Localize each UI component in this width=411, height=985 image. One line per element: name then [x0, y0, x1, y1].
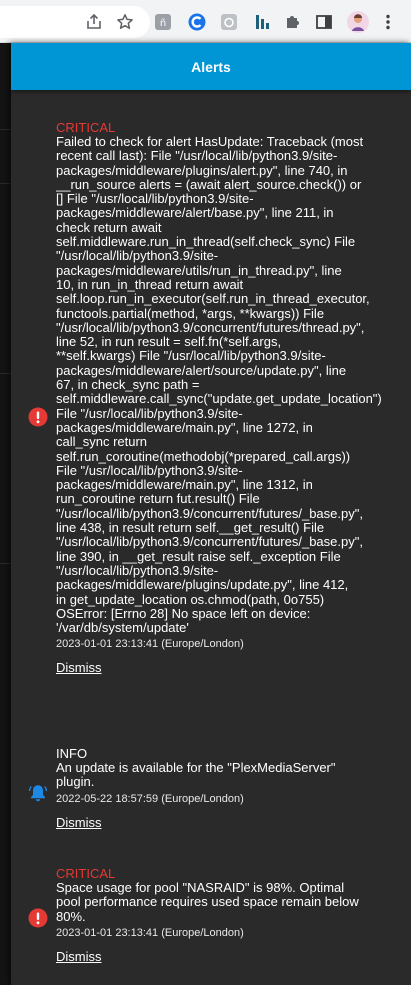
message-line: File "/usr/local/lib/python3.9/site- — [56, 462, 243, 478]
alerts-header: Alerts — [11, 43, 411, 90]
bell-icon — [28, 783, 48, 803]
alert-timestamp: 2022-05-22 18:57:59 (Europe/London) — [56, 792, 244, 805]
message-line: "/usr/local/lib/python3.9/site- — [56, 562, 219, 578]
alert-body: CRITICAL Failed to check for alert HasUp… — [56, 121, 411, 677]
share-icon[interactable] — [84, 12, 104, 32]
dismiss-button[interactable]: Dismiss — [56, 949, 102, 964]
message-line: line 390, in __get_result raise self._ex… — [56, 548, 341, 564]
message-line: packages/middleware/utils/run_in_thread.… — [56, 262, 342, 278]
extension-camera-icon[interactable] — [219, 12, 239, 32]
alert-level: CRITICAL — [56, 867, 116, 881]
message-line: [] File "/usr/local/lib/python3.9/site- — [56, 191, 254, 207]
alert-body: INFO An update is available for the "Ple… — [56, 747, 411, 832]
message-line: packages/middleware/main.py", line 1312,… — [56, 477, 313, 493]
alert-timestamp: 2023-01-01 23:13:41 (Europe/London) — [56, 926, 244, 939]
alerts-panel: Alerts CRITICAL Failed to check for aler… — [11, 43, 411, 985]
message-line: **self.kwargs) File "/usr/local/lib/pyth… — [56, 348, 326, 364]
message-line: line 52, in run result = self.fn(*self.a… — [56, 334, 282, 350]
message-line: OSError: [Errno 28] No space left on dev… — [56, 605, 311, 621]
alert-message: Failed to check for alert HasUpdate: Tra… — [56, 134, 411, 636]
message-line: Space usage for pool "NASRAID" is 98%. O… — [56, 880, 345, 895]
message-line: in get_update_location os.chmod(path, 0o… — [56, 591, 325, 607]
profile-avatar[interactable] — [346, 10, 370, 34]
alert-timestamp: 2023-01-01 23:13:41 (Europe/London) — [56, 638, 244, 651]
message-line: Failed to check for alert HasUpdate: Tra… — [56, 134, 364, 149]
message-line: self.run_coroutine(methodobj(*prepared_c… — [56, 448, 351, 464]
message-line: line 438, in result return self.__get_re… — [56, 520, 325, 536]
message-line: self.loop.run_in_executor(self.run_in_th… — [56, 291, 370, 307]
message-line: packages/middleware/main.py", line 1272,… — [56, 419, 313, 435]
alert-body: CRITICAL Space usage for pool "NASRAID" … — [56, 867, 411, 966]
message-line: packages/middleware/plugins/alert.py", l… — [56, 162, 348, 178]
browser-toolbar: ñ — [0, 0, 411, 43]
message-line: __run_source alerts = (await alert_sourc… — [56, 176, 362, 192]
alert-message: An update is available for the "PlexMedi… — [56, 760, 411, 790]
extension-c-icon[interactable] — [187, 12, 207, 32]
message-line: 67, in check_sync path = — [56, 377, 200, 393]
message-line: 10, in run_in_thread return await — [56, 276, 244, 292]
alert-message: Space usage for pool "NASRAID" is 98%. O… — [56, 880, 411, 924]
alert-level: INFO — [56, 747, 88, 761]
dismiss-button[interactable]: Dismiss — [56, 815, 102, 830]
extension-a-icon[interactable]: ñ — [153, 12, 173, 32]
panel-title: Alerts — [191, 58, 231, 75]
message-line: run_coroutine return fut.result() File — [56, 491, 260, 507]
star-icon[interactable] — [115, 12, 135, 32]
dismiss-button[interactable]: Dismiss — [56, 660, 102, 675]
sidebar-icon[interactable] — [314, 12, 334, 32]
message-line: self.middleware.run_in_thread(self.check… — [56, 234, 356, 250]
alert-level: CRITICAL — [56, 121, 116, 135]
message-line: packages/middleware/alert/base.py", line… — [56, 205, 334, 221]
message-line: "/usr/local/lib/python3.9/concurrent/fut… — [56, 505, 363, 521]
message-line: call_sync return — [56, 434, 148, 450]
message-line: self.middleware.call_sync("update.get_up… — [56, 391, 382, 407]
message-line: An update is available for the "PlexMedi… — [56, 760, 336, 775]
message-line: "/usr/local/lib/python3.9/concurrent/fut… — [56, 319, 365, 335]
message-line: packages/middleware/plugins/update.py", … — [56, 577, 349, 593]
message-line: functools.partial(method, *args, **kwarg… — [56, 305, 325, 321]
menu-dots-icon[interactable] — [378, 12, 398, 32]
message-line: 80%. — [56, 908, 86, 924]
extension-bars-icon[interactable] — [252, 12, 272, 32]
puzzle-icon[interactable] — [283, 12, 303, 32]
message-line: check return await — [56, 219, 162, 235]
message-line: plugin. — [56, 774, 95, 790]
background-page — [0, 43, 11, 985]
svg-text:ñ: ñ — [160, 18, 166, 29]
message-line: File "/usr/local/lib/python3.9/site- — [56, 405, 243, 421]
message-line: packages/middleware/alert/source/update.… — [56, 362, 347, 378]
message-line: "/usr/local/lib/python3.9/site- — [56, 248, 219, 264]
message-line: pool performance requires used space rem… — [56, 894, 359, 910]
message-line: recent call last): File "/usr/local/lib/… — [56, 148, 338, 164]
error-icon — [28, 407, 48, 427]
message-line: '/var/db/system/update' — [56, 620, 189, 636]
message-line: "/usr/local/lib/python3.9/concurrent/fut… — [56, 534, 363, 550]
error-icon — [28, 908, 48, 928]
